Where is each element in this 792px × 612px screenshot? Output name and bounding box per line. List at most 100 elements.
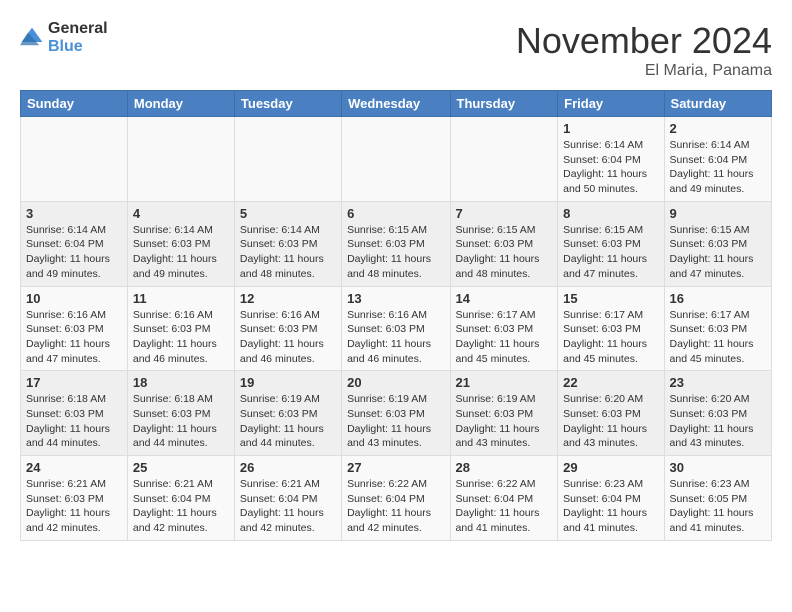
day-info: Sunrise: 6:14 AM Sunset: 6:03 PM Dayligh… xyxy=(240,223,336,282)
day-info: Sunrise: 6:19 AM Sunset: 6:03 PM Dayligh… xyxy=(347,392,444,451)
day-number: 23 xyxy=(670,375,766,390)
day-number: 13 xyxy=(347,291,444,306)
day-number: 17 xyxy=(26,375,122,390)
day-number: 5 xyxy=(240,206,336,221)
day-number: 20 xyxy=(347,375,444,390)
day-number: 18 xyxy=(133,375,229,390)
day-number: 22 xyxy=(563,375,658,390)
calendar-cell: 9 Sunrise: 6:15 AM Sunset: 6:03 PM Daylig… xyxy=(664,201,771,286)
day-number: 16 xyxy=(670,291,766,306)
day-info: Sunrise: 6:21 AM Sunset: 6:04 PM Dayligh… xyxy=(133,477,229,536)
calendar-cell: 30 Sunrise: 6:23 AM Sunset: 6:05 PM Dayli… xyxy=(664,456,771,541)
day-number: 30 xyxy=(670,460,766,475)
day-info: Sunrise: 6:20 AM Sunset: 6:03 PM Dayligh… xyxy=(670,392,766,451)
logo-icon xyxy=(20,26,44,50)
day-info: Sunrise: 6:18 AM Sunset: 6:03 PM Dayligh… xyxy=(26,392,122,451)
day-info: Sunrise: 6:23 AM Sunset: 6:04 PM Dayligh… xyxy=(563,477,658,536)
calendar-week-row: 1Sunrise: 6:14 AM Sunset: 6:04 PM Daylig… xyxy=(21,117,772,202)
calendar-cell: 24Sunrise: 6:21 AM Sunset: 6:03 PM Dayli… xyxy=(21,456,128,541)
day-number: 29 xyxy=(563,460,658,475)
day-info: Sunrise: 6:17 AM Sunset: 6:03 PM Dayligh… xyxy=(670,308,766,367)
day-info: Sunrise: 6:14 AM Sunset: 6:03 PM Dayligh… xyxy=(133,223,229,282)
month-title: November 2024 xyxy=(516,20,772,62)
calendar-week-row: 24Sunrise: 6:21 AM Sunset: 6:03 PM Dayli… xyxy=(21,456,772,541)
day-info: Sunrise: 6:15 AM Sunset: 6:03 PM Dayligh… xyxy=(670,223,766,282)
day-of-week-header: Wednesday xyxy=(342,91,450,117)
calendar-cell: 29 Sunrise: 6:23 AM Sunset: 6:04 PM Dayli… xyxy=(558,456,664,541)
day-number: 19 xyxy=(240,375,336,390)
calendar-header: SundayMondayTuesdayWednesdayThursdayFrid… xyxy=(21,91,772,117)
day-number: 6 xyxy=(347,206,444,221)
calendar-cell: 25 Sunrise: 6:21 AM Sunset: 6:04 PM Dayli… xyxy=(127,456,234,541)
day-info: Sunrise: 6:20 AM Sunset: 6:03 PM Dayligh… xyxy=(563,392,658,451)
calendar-cell: 23 Sunrise: 6:20 AM Sunset: 6:03 PM Dayli… xyxy=(664,371,771,456)
calendar-cell: 17 Sunrise: 6:18 AM Sunset: 6:03 PM Dayli… xyxy=(21,371,128,456)
day-info: Sunrise: 6:14 AM Sunset: 6:04 PM Dayligh… xyxy=(26,223,122,282)
day-info: Sunrise: 6:16 AM Sunset: 6:03 PM Dayligh… xyxy=(26,308,122,367)
day-number: 2 xyxy=(670,121,766,136)
day-number: 12 xyxy=(240,291,336,306)
calendar-cell: 1Sunrise: 6:14 AM Sunset: 6:04 PM Daylig… xyxy=(558,117,664,202)
day-number: 4 xyxy=(133,206,229,221)
day-info: Sunrise: 6:23 AM Sunset: 6:05 PM Dayligh… xyxy=(670,477,766,536)
day-number: 14 xyxy=(456,291,553,306)
day-number: 7 xyxy=(456,206,553,221)
day-number: 28 xyxy=(456,460,553,475)
day-info: Sunrise: 6:18 AM Sunset: 6:03 PM Dayligh… xyxy=(133,392,229,451)
calendar-cell: 12 Sunrise: 6:16 AM Sunset: 6:03 PM Dayli… xyxy=(234,286,341,371)
day-info: Sunrise: 6:21 AM Sunset: 6:04 PM Dayligh… xyxy=(240,477,336,536)
calendar-cell: 18 Sunrise: 6:18 AM Sunset: 6:03 PM Dayli… xyxy=(127,371,234,456)
calendar-cell xyxy=(342,117,450,202)
day-info: Sunrise: 6:17 AM Sunset: 6:03 PM Dayligh… xyxy=(456,308,553,367)
calendar-week-row: 3 Sunrise: 6:14 AM Sunset: 6:04 PM Daylig… xyxy=(21,201,772,286)
calendar-cell: 28 Sunrise: 6:22 AM Sunset: 6:04 PM Dayli… xyxy=(450,456,558,541)
calendar-cell: 26 Sunrise: 6:21 AM Sunset: 6:04 PM Dayli… xyxy=(234,456,341,541)
calendar-cell: 15Sunrise: 6:17 AM Sunset: 6:03 PM Dayli… xyxy=(558,286,664,371)
day-info: Sunrise: 6:14 AM Sunset: 6:04 PM Dayligh… xyxy=(563,138,658,197)
calendar-cell: 22 Sunrise: 6:20 AM Sunset: 6:03 PM Dayli… xyxy=(558,371,664,456)
calendar-cell xyxy=(127,117,234,202)
logo-general-text: General xyxy=(48,20,108,38)
calendar-cell: 8Sunrise: 6:15 AM Sunset: 6:03 PM Daylig… xyxy=(558,201,664,286)
day-of-week-header: Sunday xyxy=(21,91,128,117)
calendar-cell: 6 Sunrise: 6:15 AM Sunset: 6:03 PM Daylig… xyxy=(342,201,450,286)
calendar-cell: 20 Sunrise: 6:19 AM Sunset: 6:03 PM Dayli… xyxy=(342,371,450,456)
calendar-cell: 11Sunrise: 6:16 AM Sunset: 6:03 PM Dayli… xyxy=(127,286,234,371)
calendar-cell: 3 Sunrise: 6:14 AM Sunset: 6:04 PM Daylig… xyxy=(21,201,128,286)
day-info: Sunrise: 6:14 AM Sunset: 6:04 PM Dayligh… xyxy=(670,138,766,197)
calendar-cell: 2 Sunrise: 6:14 AM Sunset: 6:04 PM Daylig… xyxy=(664,117,771,202)
calendar-cell: 10 Sunrise: 6:16 AM Sunset: 6:03 PM Dayli… xyxy=(21,286,128,371)
day-number: 26 xyxy=(240,460,336,475)
day-number: 10 xyxy=(26,291,122,306)
day-info: Sunrise: 6:16 AM Sunset: 6:03 PM Dayligh… xyxy=(347,308,444,367)
day-number: 3 xyxy=(26,206,122,221)
day-info: Sunrise: 6:17 AM Sunset: 6:03 PM Dayligh… xyxy=(563,308,658,367)
day-number: 27 xyxy=(347,460,444,475)
day-of-week-header: Tuesday xyxy=(234,91,341,117)
day-info: Sunrise: 6:22 AM Sunset: 6:04 PM Dayligh… xyxy=(456,477,553,536)
day-number: 9 xyxy=(670,206,766,221)
day-info: Sunrise: 6:15 AM Sunset: 6:03 PM Dayligh… xyxy=(456,223,553,282)
calendar-cell: 19 Sunrise: 6:19 AM Sunset: 6:03 PM Dayli… xyxy=(234,371,341,456)
calendar-cell: 5 Sunrise: 6:14 AM Sunset: 6:03 PM Daylig… xyxy=(234,201,341,286)
logo-blue-text: Blue xyxy=(48,38,108,56)
day-info: Sunrise: 6:19 AM Sunset: 6:03 PM Dayligh… xyxy=(456,392,553,451)
day-info: Sunrise: 6:15 AM Sunset: 6:03 PM Dayligh… xyxy=(563,223,658,282)
calendar-week-row: 17 Sunrise: 6:18 AM Sunset: 6:03 PM Dayli… xyxy=(21,371,772,456)
day-info: Sunrise: 6:15 AM Sunset: 6:03 PM Dayligh… xyxy=(347,223,444,282)
calendar-week-row: 10 Sunrise: 6:16 AM Sunset: 6:03 PM Dayli… xyxy=(21,286,772,371)
logo: General Blue xyxy=(20,20,108,55)
calendar-cell: 14 Sunrise: 6:17 AM Sunset: 6:03 PM Dayli… xyxy=(450,286,558,371)
calendar-cell: 4 Sunrise: 6:14 AM Sunset: 6:03 PM Daylig… xyxy=(127,201,234,286)
day-info: Sunrise: 6:16 AM Sunset: 6:03 PM Dayligh… xyxy=(240,308,336,367)
title-block: November 2024 El Maria, Panama xyxy=(516,20,772,80)
day-number: 25 xyxy=(133,460,229,475)
day-info: Sunrise: 6:22 AM Sunset: 6:04 PM Dayligh… xyxy=(347,477,444,536)
calendar-cell xyxy=(234,117,341,202)
day-of-week-header: Saturday xyxy=(664,91,771,117)
day-info: Sunrise: 6:19 AM Sunset: 6:03 PM Dayligh… xyxy=(240,392,336,451)
calendar-cell: 27 Sunrise: 6:22 AM Sunset: 6:04 PM Dayli… xyxy=(342,456,450,541)
calendar-cell: 21Sunrise: 6:19 AM Sunset: 6:03 PM Dayli… xyxy=(450,371,558,456)
page-header: General Blue November 2024 El Maria, Pan… xyxy=(20,20,772,80)
day-of-week-header: Friday xyxy=(558,91,664,117)
